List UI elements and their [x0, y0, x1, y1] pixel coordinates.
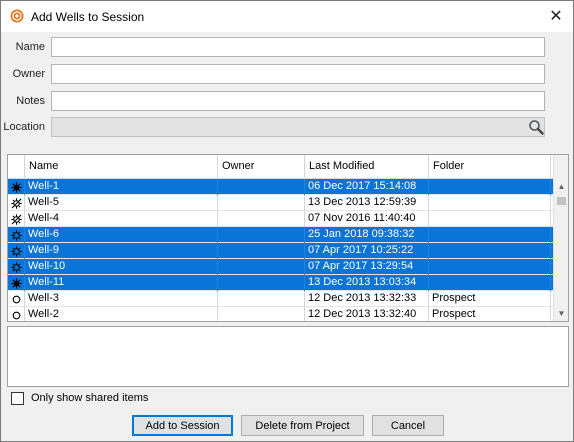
well-injection-icon — [10, 197, 22, 209]
well-name-cell: Well-3 — [25, 291, 218, 307]
close-button[interactable]: ✕ — [543, 4, 569, 28]
folder-cell: Prospect — [429, 291, 551, 307]
row-icon-cell — [8, 227, 25, 243]
well-gas-oil-icon — [10, 181, 22, 193]
row-icon-cell — [8, 259, 25, 275]
table-row[interactable]: Well-4 07 Nov 2016 11:40:40 — [8, 211, 553, 227]
add-wells-dialog: Add Wells to Session ✕ Name Owner Notes … — [0, 0, 574, 442]
owner-cell — [218, 179, 305, 195]
row-icon-cell — [8, 307, 25, 321]
owner-cell — [218, 227, 305, 243]
row-icon-cell — [8, 195, 25, 211]
shared-only-checkbox[interactable] — [11, 391, 24, 405]
name-field[interactable] — [51, 37, 545, 57]
folder-cell — [429, 195, 551, 211]
table-row[interactable]: Well-3 12 Dec 2013 13:32:33 Prospect — [8, 291, 553, 307]
vertical-scrollbar[interactable]: ▲ ▼ — [553, 155, 568, 321]
dialog-title: Add Wells to Session — [31, 10, 145, 24]
well-gas-icon — [10, 261, 22, 273]
owner-cell — [218, 243, 305, 259]
owner-cell — [218, 307, 305, 321]
folder-cell — [429, 227, 551, 243]
app-icon — [10, 9, 24, 23]
delete-from-project-button[interactable]: Delete from Project — [241, 415, 364, 436]
well-gas-icon — [10, 245, 22, 257]
table-row[interactable]: Well-1 06 Dec 2017 15:14:08 — [8, 179, 553, 195]
owner-label: Owner — [12, 68, 45, 80]
owner-field[interactable] — [51, 64, 545, 84]
well-location-icon — [11, 310, 22, 321]
shared-only-label: Only show shared items — [31, 392, 149, 404]
name-label: Name — [15, 41, 45, 53]
well-gas-icon — [10, 229, 22, 241]
table-row[interactable]: Well-11 13 Dec 2013 13:03:34 — [8, 275, 553, 291]
row-icon-cell — [8, 211, 25, 227]
column-header-owner[interactable]: Owner — [218, 155, 305, 178]
scroll-up-arrow-icon[interactable]: ▲ — [554, 179, 568, 194]
wells-table: Name Owner Last Modified Folder Well-1 06… — [7, 154, 569, 322]
folder-cell — [429, 243, 551, 259]
well-name-cell: Well-2 — [25, 307, 218, 321]
row-icon-cell — [8, 243, 25, 259]
last-modified-cell: 06 Dec 2017 15:14:08 — [305, 179, 429, 195]
well-location-icon — [11, 294, 22, 305]
close-icon: ✕ — [549, 8, 563, 25]
owner-cell — [218, 195, 305, 211]
well-name-cell: Well-5 — [25, 195, 218, 211]
folder-cell — [429, 179, 551, 195]
column-header-name[interactable]: Name — [25, 155, 218, 178]
add-to-session-button[interactable]: Add to Session — [132, 415, 233, 436]
owner-cell — [218, 291, 305, 307]
column-header-icon[interactable] — [8, 155, 25, 178]
table-row[interactable]: Well-2 12 Dec 2013 13:32:40 Prospect — [8, 307, 553, 321]
scroll-down-arrow-icon[interactable]: ▼ — [554, 306, 568, 321]
last-modified-cell: 12 Dec 2013 13:32:33 — [305, 291, 429, 307]
title-bar: Add Wells to Session ✕ — [1, 1, 573, 32]
last-modified-cell: 07 Apr 2017 13:29:54 — [305, 259, 429, 275]
table-row[interactable]: Well-10 07 Apr 2017 13:29:54 — [8, 259, 553, 275]
row-icon-cell — [8, 291, 25, 307]
row-icon-cell — [8, 179, 25, 195]
notes-field[interactable] — [51, 91, 545, 111]
well-oil-icon — [10, 277, 22, 289]
folder-cell — [429, 275, 551, 291]
well-name-cell: Well-10 — [25, 259, 218, 275]
owner-cell — [218, 211, 305, 227]
owner-cell — [218, 275, 305, 291]
table-header: Name Owner Last Modified Folder — [8, 155, 553, 179]
column-header-last-modified[interactable]: Last Modified — [305, 155, 429, 178]
shared-only-option[interactable]: Only show shared items — [11, 391, 148, 405]
folder-cell: Prospect — [429, 307, 551, 321]
notes-label: Notes — [16, 95, 45, 107]
cancel-button[interactable]: Cancel — [372, 415, 444, 436]
well-injection-icon — [10, 213, 22, 225]
location-label: Location — [3, 121, 45, 133]
column-header-folder[interactable]: Folder — [429, 155, 551, 178]
well-name-cell: Well-9 — [25, 243, 218, 259]
table-row[interactable]: Well-9 07 Apr 2017 10:25:22 — [8, 243, 553, 259]
last-modified-cell: 25 Jan 2018 09:38:32 — [305, 227, 429, 243]
last-modified-cell: 12 Dec 2013 13:32:40 — [305, 307, 429, 321]
table-row[interactable]: Well-6 25 Jan 2018 09:38:32 — [8, 227, 553, 243]
details-panel — [7, 326, 569, 387]
last-modified-cell: 07 Apr 2017 10:25:22 — [305, 243, 429, 259]
last-modified-cell: 13 Dec 2013 12:59:39 — [305, 195, 429, 211]
folder-cell — [429, 211, 551, 227]
last-modified-cell: 13 Dec 2013 13:03:34 — [305, 275, 429, 291]
folder-cell — [429, 259, 551, 275]
scroll-thumb[interactable] — [557, 197, 566, 205]
row-icon-cell — [8, 275, 25, 291]
location-field — [51, 117, 545, 137]
well-name-cell: Well-6 — [25, 227, 218, 243]
owner-cell — [218, 259, 305, 275]
well-name-cell: Well-1 — [25, 179, 218, 195]
well-name-cell: Well-4 — [25, 211, 218, 227]
last-modified-cell: 07 Nov 2016 11:40:40 — [305, 211, 429, 227]
well-name-cell: Well-11 — [25, 275, 218, 291]
magnifier-icon[interactable] — [528, 119, 544, 135]
table-row[interactable]: Well-5 13 Dec 2013 12:59:39 — [8, 195, 553, 211]
